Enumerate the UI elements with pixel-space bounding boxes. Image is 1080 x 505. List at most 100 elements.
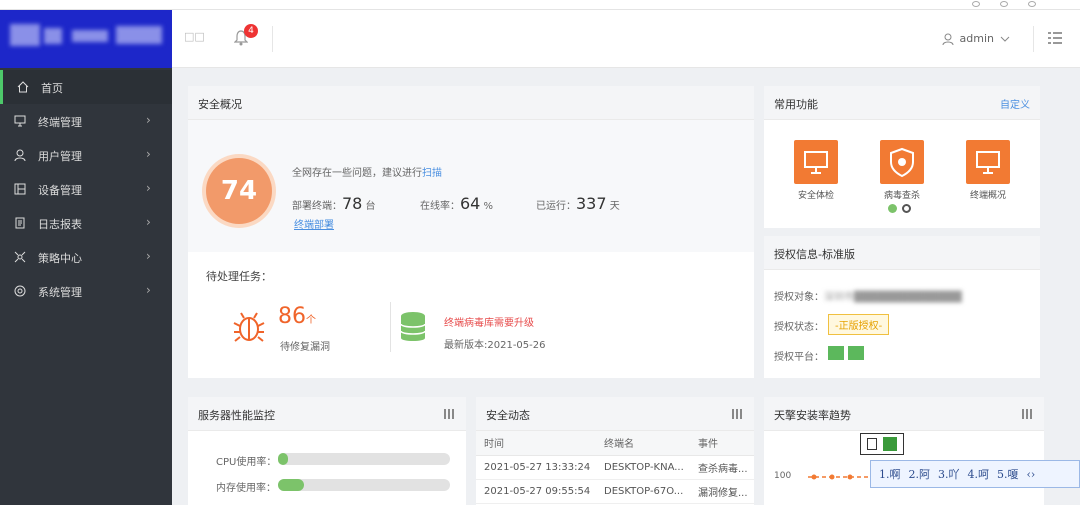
- table-cell: 查杀病毒...: [690, 455, 754, 480]
- ime-candidate[interactable]: 1.啊: [879, 466, 901, 482]
- online-stat: 在线率：64 %: [420, 194, 494, 213]
- chevron-right-icon: ›: [146, 215, 151, 229]
- card-title: 服务器性能监控: [188, 397, 466, 431]
- pager-dot-active[interactable]: [888, 204, 897, 213]
- column-header: 事件: [690, 431, 754, 456]
- pager-dot[interactable]: [902, 204, 911, 213]
- customize-link[interactable]: 自定义: [1000, 96, 1030, 111]
- monitor-icon: [804, 151, 828, 174]
- deployed-stat: 部署终端：78 台: [292, 194, 376, 213]
- sidebar-item-home[interactable]: 首页: [0, 70, 172, 104]
- ime-logo-icon[interactable]: [883, 437, 897, 451]
- license-status-label: 授权状态：: [774, 322, 824, 333]
- chevron-down-icon: [1000, 36, 1010, 42]
- sidebar-item-label: 用户管理: [38, 150, 82, 163]
- sidebar-item-label: 策略中心: [38, 252, 82, 265]
- chevron-right-icon: ›: [146, 113, 151, 127]
- memory-usage-fill: [278, 479, 304, 491]
- vuln-label: 待修复漏洞: [280, 342, 330, 353]
- sidebar-item-policy[interactable]: 策略中心 ›: [0, 240, 172, 274]
- security-events-card: 安全动态 时间 终端名 事件 2021-05-27 13:33:24 DESKT…: [476, 397, 754, 505]
- card-title: 安全动态: [476, 397, 754, 431]
- latest-version: 最新版本:2021-05-26: [444, 340, 546, 351]
- sidebar-item-reports[interactable]: 日志报表 ›: [0, 206, 172, 240]
- ime-candidate[interactable]: 4.呵: [968, 466, 990, 482]
- menu-icon[interactable]: [732, 409, 742, 419]
- sidebar-item-users[interactable]: 用户管理 ›: [0, 138, 172, 172]
- table-cell: 2021-05-27 13:33:24: [476, 455, 596, 480]
- cpu-usage-fill: [278, 453, 289, 465]
- cpu-label: CPU使用率：: [216, 457, 277, 468]
- ime-candidate[interactable]: 2.阿: [909, 466, 931, 482]
- chevron-right-icon: ›: [146, 147, 151, 161]
- deploy-link[interactable]: 终端部署: [294, 216, 334, 231]
- notification-badge: 4: [244, 24, 258, 38]
- device-icon: [14, 183, 26, 195]
- ime-nav-icon[interactable]: ‹›: [1027, 468, 1036, 481]
- monitor-icon: [976, 151, 1000, 174]
- user-icon: [942, 33, 954, 45]
- username: admin: [959, 32, 994, 45]
- window-control-icon[interactable]: [1000, 1, 1008, 7]
- common-functions-card: 常用功能 自定义 安全体检 病毒查杀 终端概况: [764, 86, 1040, 228]
- header-divider: [272, 26, 273, 52]
- ime-candidate-bar: 1.啊 2.阿 3.吖 4.呵 5.嗄 ‹›: [870, 460, 1080, 488]
- ime-toolbar[interactable]: [860, 433, 904, 455]
- report-icon: [15, 217, 25, 229]
- settings-icon: [14, 285, 26, 297]
- windows-server-icon: [848, 346, 864, 360]
- sidebar-item-devices[interactable]: 设备管理 ›: [0, 172, 172, 206]
- table-row[interactable]: 2021-05-27 13:33:24 DESKTOP-KNA... 查杀病毒.…: [476, 455, 754, 480]
- vuln-count: 86个: [278, 304, 316, 329]
- monitor-icon: [14, 115, 26, 127]
- home-icon: [17, 81, 29, 93]
- sidebar: 首页 终端管理 › 用户管理 › 设备管理 › 日志报表 › 策略中心 › 系统…: [0, 68, 172, 505]
- license-object: 授权对象：深圳市██████████████: [774, 292, 962, 303]
- health-check-button[interactable]: [794, 140, 838, 184]
- shield-icon: [890, 147, 914, 178]
- upgrade-notice[interactable]: 终端病毒库需要升级: [444, 314, 534, 329]
- y-tick-label: 100: [774, 471, 792, 481]
- list-menu-icon[interactable]: [1048, 32, 1062, 44]
- card-title: 天擎安装率趋势: [764, 397, 1044, 431]
- card-title: 安全概况: [188, 86, 754, 120]
- terminal-overview-button[interactable]: [966, 140, 1010, 184]
- bell-icon[interactable]: 4: [233, 24, 258, 46]
- ime-mode-icon[interactable]: [867, 438, 877, 450]
- scan-link[interactable]: 扫描: [422, 168, 442, 179]
- sidebar-item-system[interactable]: 系统管理 ›: [0, 274, 172, 308]
- chevron-right-icon: ›: [146, 283, 151, 297]
- user-icon: [14, 149, 26, 161]
- window-control-icon[interactable]: [972, 1, 980, 7]
- running-stat: 已运行：337 天: [536, 194, 620, 213]
- sidebar-item-label: 设备管理: [38, 184, 82, 197]
- ime-candidate[interactable]: 5.嗄: [997, 466, 1019, 482]
- column-header: 时间: [476, 431, 596, 456]
- license-status-badge: -正版授权-: [828, 314, 890, 335]
- top-strip: [0, 0, 1080, 10]
- card-title: 授权信息-标准版: [764, 236, 1040, 270]
- top-header: □□ 4 admin: [172, 10, 1080, 68]
- memory-label: 内存使用率：: [216, 483, 276, 494]
- logo: [0, 10, 172, 68]
- database-icon: [400, 312, 426, 341]
- virus-scan-button[interactable]: [880, 140, 924, 184]
- memory-usage-bar: [278, 479, 450, 491]
- table-cell: DESKTOP-67O...: [596, 479, 690, 504]
- user-menu[interactable]: admin: [942, 32, 1010, 45]
- header-menu-label[interactable]: □□: [184, 30, 205, 43]
- window-control-icon[interactable]: [1028, 1, 1036, 7]
- menu-icon[interactable]: [1022, 409, 1032, 419]
- sidebar-item-terminal[interactable]: 终端管理 ›: [0, 104, 172, 138]
- ime-candidate[interactable]: 3.吖: [938, 466, 960, 482]
- license-platform-label: 授权平台：: [774, 352, 824, 363]
- table-row[interactable]: 2021-05-27 09:55:54 DESKTOP-67O... 漏洞修复.…: [476, 479, 754, 504]
- menu-icon[interactable]: [444, 409, 454, 419]
- header-divider: [1033, 26, 1034, 52]
- windows-icon: [828, 346, 844, 360]
- function-label: 安全体检: [797, 191, 834, 201]
- card-title: 常用功能 自定义: [764, 86, 1040, 120]
- chevron-right-icon: ›: [146, 181, 151, 195]
- sidebar-item-label: 日志报表: [38, 218, 82, 231]
- server-performance-card: 服务器性能监控 CPU使用率： 内存使用率：: [188, 397, 466, 505]
